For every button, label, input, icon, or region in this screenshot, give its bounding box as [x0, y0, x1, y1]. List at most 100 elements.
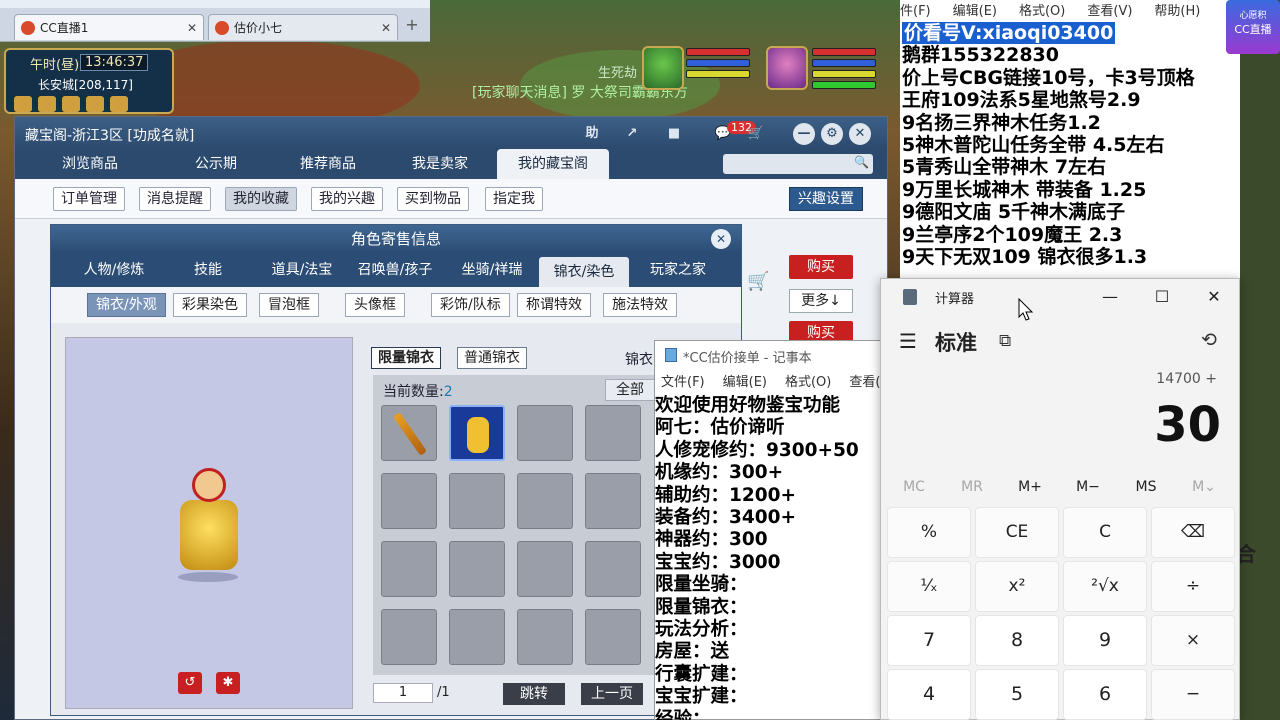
clear-button[interactable]: C — [1063, 507, 1147, 558]
settings-gear-icon[interactable]: ⚙ — [821, 123, 843, 145]
memory-clear-button[interactable]: MC — [885, 479, 943, 495]
square-button[interactable]: x² — [975, 561, 1059, 612]
subtract-button[interactable]: − — [1151, 669, 1235, 720]
close-button[interactable]: ✕ — [1197, 283, 1231, 311]
close-button[interactable]: ✕ — [711, 229, 731, 249]
maximize-button[interactable]: ☐ — [1145, 283, 1179, 311]
nav-recommend[interactable]: 推荐商品 — [273, 149, 383, 179]
calendar-icon[interactable] — [110, 96, 128, 112]
stop-icon[interactable]: ■ — [663, 123, 685, 145]
subtab-appearance[interactable]: 锦衣/外观 — [87, 293, 166, 317]
hero-portrait[interactable] — [766, 46, 808, 90]
search-input[interactable]: 🔍 — [723, 154, 873, 174]
clear-entry-button[interactable]: CE — [975, 507, 1059, 558]
memory-subtract-button[interactable]: M− — [1059, 479, 1117, 495]
subtab-bubble[interactable]: 冒泡框 — [259, 293, 319, 317]
digit-5-button[interactable]: 5 — [975, 669, 1059, 720]
empty-slot[interactable] — [449, 609, 505, 665]
minimize-button[interactable]: — — [1093, 283, 1127, 311]
menu-view[interactable]: 查看(V) — [849, 371, 881, 390]
order-management-button[interactable]: 订单管理 — [53, 187, 125, 211]
share-icon[interactable]: ↗ — [621, 123, 643, 145]
gift-icon[interactable] — [86, 96, 104, 112]
keep-on-top-icon[interactable]: ⧉ — [999, 331, 1011, 351]
divide-button[interactable]: ÷ — [1151, 561, 1235, 612]
digit-7-button[interactable]: 7 — [887, 615, 971, 666]
history-icon[interactable]: ⟲ — [1201, 329, 1217, 351]
map-icon[interactable] — [14, 96, 32, 112]
my-favorites-button[interactable]: 我的收藏 — [225, 187, 297, 211]
empty-slot[interactable] — [449, 473, 505, 529]
empty-slot[interactable] — [381, 473, 437, 529]
costume-slot-staff[interactable] — [381, 405, 437, 461]
notepad-text[interactable]: 价看号V:xiaoqi03400 鹅群155322830 价上号CBG链接10号… — [902, 22, 1240, 278]
empty-slot[interactable] — [517, 609, 573, 665]
subtab-dye[interactable]: 彩果染色 — [173, 293, 247, 317]
percent-button[interactable]: % — [887, 507, 971, 558]
menu-edit[interactable]: 编辑(E) — [953, 0, 997, 19]
cart-icon[interactable]: 🛒 — [745, 123, 767, 145]
empty-slot[interactable] — [381, 609, 437, 665]
sqrt-button[interactable]: ²√x — [1063, 561, 1147, 612]
close-tab-icon[interactable]: ✕ — [187, 21, 197, 35]
tab-pets[interactable]: 召唤兽/孩子 — [347, 253, 443, 287]
menu-file[interactable]: 件(F) — [900, 0, 931, 19]
digit-4-button[interactable]: 4 — [887, 669, 971, 720]
bought-items-button[interactable]: 买到物品 — [397, 187, 469, 211]
notepad-text[interactable]: 欢迎使用好物鉴宝功能 阿七：估价谛听 人修宠修约：9300+50 机缘约：300… — [655, 395, 881, 720]
nav-seller[interactable]: 我是卖家 — [385, 149, 495, 179]
search-icon[interactable]: 🔍 — [854, 155, 869, 169]
all-button[interactable]: 全部 — [605, 379, 655, 401]
empty-slot[interactable] — [585, 541, 641, 597]
digit-9-button[interactable]: 9 — [1063, 615, 1147, 666]
message-reminder-button[interactable]: 消息提醒 — [139, 187, 211, 211]
tab-skills[interactable]: 技能 — [165, 253, 251, 287]
menu-view[interactable]: 查看(V) — [1087, 0, 1132, 19]
menu-edit[interactable]: 编辑(E) — [723, 371, 767, 390]
memory-add-button[interactable]: M+ — [1001, 479, 1059, 495]
new-tab-button[interactable]: + — [402, 16, 422, 36]
backspace-button[interactable]: ⌫ — [1151, 507, 1235, 558]
empty-slot[interactable] — [517, 405, 573, 461]
subtab-title-effect[interactable]: 称谓特效 — [517, 293, 591, 317]
tab-home[interactable]: 玩家之家 — [633, 253, 723, 287]
menu-format[interactable]: 格式(O) — [785, 371, 831, 390]
close-button[interactable]: ✕ — [849, 123, 871, 145]
menu-file[interactable]: 文件(F) — [661, 371, 705, 390]
costume-slot-card[interactable] — [449, 405, 505, 461]
my-interests-button[interactable]: 我的兴趣 — [311, 187, 383, 211]
tab-items[interactable]: 道具/法宝 — [257, 253, 347, 287]
nav-my-cbg[interactable]: 我的藏宝阁 — [497, 149, 609, 179]
empty-slot[interactable] — [585, 473, 641, 529]
empty-slot[interactable] — [517, 473, 573, 529]
empty-slot[interactable] — [585, 405, 641, 461]
limited-costume-button[interactable]: 限量锦衣 — [371, 347, 441, 369]
help-button[interactable]: 助 — [581, 123, 603, 145]
close-tab-icon[interactable]: ✕ — [381, 21, 391, 35]
subtab-avatar-frame[interactable]: 头像框 — [345, 293, 405, 317]
nav-browse[interactable]: 浏览商品 — [35, 149, 145, 179]
cart-icon[interactable]: 🛒 — [747, 271, 773, 297]
tab-costumes[interactable]: 锦衣/染色 — [539, 257, 629, 287]
empty-slot[interactable] — [449, 541, 505, 597]
tab-character[interactable]: 人物/修炼 — [69, 253, 159, 287]
minimize-button[interactable]: — — [793, 123, 815, 145]
memory-list-button[interactable]: M⌄ — [1175, 479, 1233, 495]
memory-recall-button[interactable]: MR — [943, 479, 1001, 495]
browser-tab-appraise[interactable]: 估价小七 ✕ — [208, 14, 398, 40]
memory-store-button[interactable]: MS — [1117, 479, 1175, 495]
digit-6-button[interactable]: 6 — [1063, 669, 1147, 720]
jump-button[interactable]: 跳转 — [503, 683, 565, 705]
buy-button[interactable]: 购买 — [789, 255, 853, 279]
digit-8-button[interactable]: 8 — [975, 615, 1059, 666]
menu-format[interactable]: 格式(O) — [1019, 0, 1065, 19]
subtab-cast-effect[interactable]: 施法特效 — [603, 293, 677, 317]
empty-slot[interactable] — [517, 541, 573, 597]
action-icon[interactable]: ✱ — [216, 672, 240, 694]
team-icon[interactable] — [38, 96, 56, 112]
more-button[interactable]: 更多↓ — [789, 289, 853, 313]
rotate-left-icon[interactable]: ↺ — [178, 672, 202, 694]
empty-slot[interactable] — [381, 541, 437, 597]
multiply-button[interactable]: × — [1151, 615, 1235, 666]
nav-announce[interactable]: 公示期 — [161, 149, 271, 179]
